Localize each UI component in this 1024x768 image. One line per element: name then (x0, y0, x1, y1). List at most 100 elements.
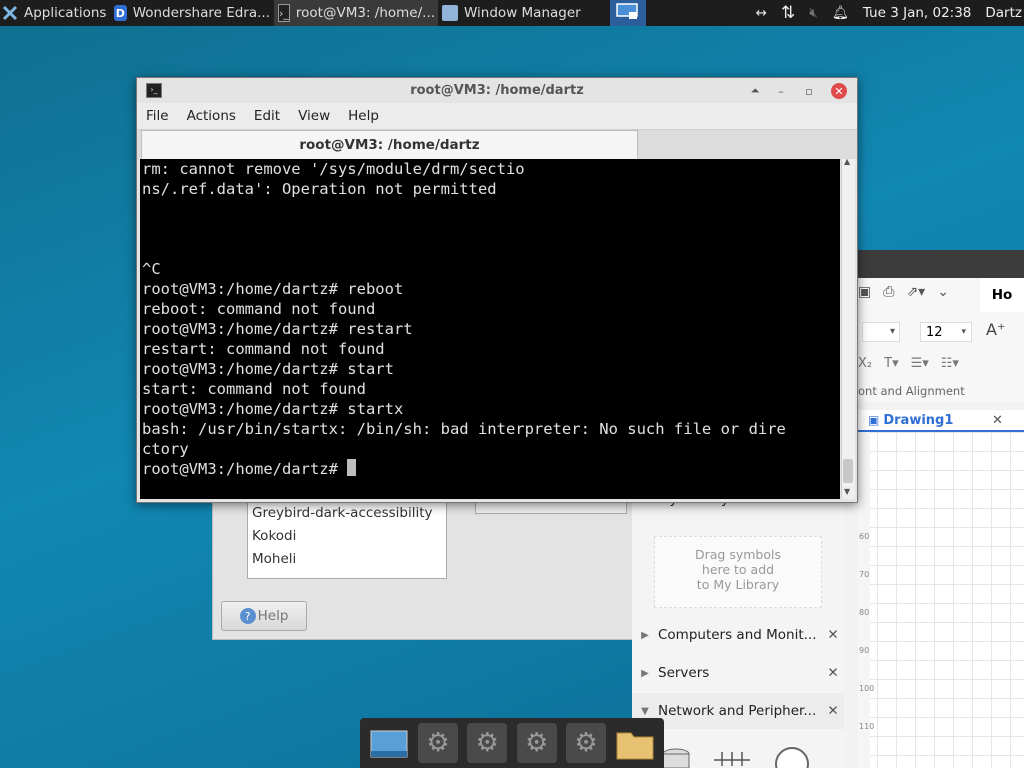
dock: ⚙ ⚙ ⚙ ⚙ (360, 718, 664, 768)
subscript-icon[interactable]: X₂ (858, 356, 872, 371)
shade-icon[interactable]: ⏶ (747, 83, 763, 99)
font-family-select[interactable]: ▾ (862, 322, 900, 342)
menu-file[interactable]: File (137, 108, 178, 124)
workspace-switcher[interactable] (610, 0, 646, 26)
ribbon-tab-label: Ho (991, 287, 1013, 303)
export-icon[interactable]: ⇗▾ (906, 284, 925, 300)
task-terminal-label: root@VM3: /home/... (295, 5, 436, 21)
terminal-titlebar[interactable]: ›_ root@VM3: /home/dartz ⏶ – ▫ ✕ (137, 78, 857, 103)
applications-label: Applications (24, 5, 107, 21)
terminal-line: ^C (142, 260, 161, 278)
increase-font-icon[interactable]: A⁺ (986, 320, 1005, 339)
minimize-icon[interactable]: – (773, 83, 789, 99)
terminal-prompt: root@VM3:/home/dartz# (142, 460, 348, 478)
line-spacing-icon[interactable]: ☰▾ (911, 356, 929, 371)
dock-settings-1[interactable]: ⚙ (417, 723, 458, 763)
folder-icon (616, 732, 654, 760)
close-icon[interactable]: ✕ (992, 413, 1003, 428)
dock-settings-3[interactable]: ⚙ (516, 723, 557, 763)
terminal-scrollbar[interactable]: ▲ ▼ (841, 157, 855, 499)
text-style-icon[interactable]: T▾ (884, 356, 898, 371)
ring-symbol-icon[interactable] (774, 746, 810, 768)
workspace-icon (615, 1, 641, 25)
menu-actions[interactable]: Actions (178, 108, 245, 124)
theme-item[interactable]: Kokodi (248, 525, 446, 548)
clock[interactable]: Tue 3 Jan, 02:38 (863, 5, 972, 21)
xfce-logo-icon (2, 5, 18, 21)
chevron-right-icon: ▶ (641, 667, 649, 679)
maximize-icon[interactable]: ▫ (801, 83, 817, 99)
terminal-prompt-line: root@VM3:/home/dartz# (142, 459, 840, 479)
close-window-icon[interactable]: ✕ (831, 83, 847, 99)
network-arrows-icon[interactable]: ↔ (756, 5, 767, 21)
gear-icon: ⚙ (574, 728, 598, 758)
scrollbar-thumb[interactable] (843, 459, 853, 483)
dock-desktop[interactable] (369, 723, 409, 763)
terminal-tab-label: root@VM3: /home/dartz (299, 137, 480, 153)
save-icon[interactable]: ▣ (858, 284, 871, 300)
user-name[interactable]: Dartz (985, 5, 1022, 21)
gear-icon: ⚙ (524, 728, 549, 758)
close-icon[interactable]: ✕ (822, 627, 844, 643)
theme-item[interactable]: Greybird-dark-accessibility (248, 502, 446, 525)
applications-menu-button[interactable]: Applications ☰ (0, 0, 110, 26)
menu-edit[interactable]: Edit (245, 108, 289, 124)
library-servers[interactable]: ▶ Servers ✕ (632, 655, 844, 691)
bullet-list-icon[interactable]: ☷▾ (941, 356, 959, 371)
terminal-cursor (347, 459, 357, 476)
terminal-line: root@VM3:/home/dartz# restart (142, 320, 413, 338)
terminal-line: reboot: command not found (142, 300, 376, 318)
router-symbol-icon[interactable] (662, 746, 690, 768)
terminal-menubar: File Actions Edit View Help (137, 103, 857, 130)
vertical-ruler: 60 70 80 90 100 110 (858, 432, 874, 768)
library-computers-monitors[interactable]: ▶ Computers and Monit... ✕ (632, 617, 844, 653)
bus-symbol-icon[interactable] (712, 746, 752, 768)
dock-settings-2[interactable]: ⚙ (467, 723, 508, 763)
task-window-manager[interactable]: Window Manager (438, 0, 602, 26)
drawing-canvas[interactable]: 60 70 80 90 100 110 (858, 432, 1024, 768)
library-drop-area[interactable]: Drag symbols here to add to My Library (654, 536, 822, 608)
window-manager-app-icon (442, 5, 458, 21)
close-icon[interactable]: ✕ (822, 703, 844, 719)
appearance-settings-window: Greybird-dark-accessibility Kokodi Mohel… (212, 500, 642, 640)
close-icon[interactable]: ✕ (822, 665, 844, 681)
terminal-app-icon: ›_ (278, 4, 290, 22)
task-edraw[interactable]: D Wondershare Edra... (110, 0, 274, 26)
terminal-line: root@VM3:/home/dartz# start (142, 360, 394, 378)
document-tab-label: Drawing1 (883, 412, 954, 428)
menu-view[interactable]: View (289, 108, 339, 124)
edraw-app-icon: D (114, 5, 127, 21)
menu-help[interactable]: Help (339, 108, 388, 124)
terminal-line: restart: command not found (142, 340, 385, 358)
network-symbols (662, 746, 810, 768)
network-updown-icon[interactable]: ⇅ (781, 3, 795, 23)
terminal-line: root@VM3:/home/dartz# startx (142, 400, 404, 418)
notification-bell-icon[interactable]: 🔔︎ (832, 5, 849, 21)
terminal-output[interactable]: rm: cannot remove '/sys/module/drm/secti… (140, 159, 840, 499)
theme-item[interactable]: Moheli (248, 548, 446, 571)
scroll-up-icon[interactable]: ▲ (844, 157, 850, 166)
task-window-manager-label: Window Manager (464, 5, 581, 21)
ribbon-tab-home[interactable]: Ho (980, 278, 1024, 312)
task-terminal[interactable]: ›_ root@VM3: /home/... (274, 0, 438, 26)
terminal-tab[interactable]: root@VM3: /home/dartz (141, 130, 638, 159)
gear-icon: ⚙ (426, 728, 450, 758)
dock-file-manager[interactable] (615, 723, 655, 763)
help-button-label: Help (257, 608, 289, 624)
more-dropdown-icon[interactable]: ⌄ (937, 284, 949, 300)
document-icon: ▣ (868, 413, 880, 427)
chevron-right-icon: ▶ (641, 629, 649, 641)
terminal-tabbar: root@VM3: /home/dartz (137, 130, 857, 160)
document-tab[interactable]: ▣ Drawing1 ✕ (858, 410, 1024, 432)
print-icon[interactable]: ⎙ (883, 284, 894, 300)
volume-muted-icon[interactable]: 🔇︎ (809, 5, 818, 21)
task-edraw-label: Wondershare Edra... (132, 5, 270, 21)
terminal-window: ›_ root@VM3: /home/dartz ⏶ – ▫ ✕ File Ac… (136, 77, 858, 503)
theme-list[interactable]: Greybird-dark-accessibility Kokodi Mohel… (247, 501, 447, 579)
help-button[interactable]: ? Help (221, 601, 307, 631)
dock-settings-4[interactable]: ⚙ (565, 723, 606, 763)
scroll-down-icon[interactable]: ▼ (844, 487, 850, 496)
font-size-select[interactable]: 12 ▾ (920, 322, 972, 342)
